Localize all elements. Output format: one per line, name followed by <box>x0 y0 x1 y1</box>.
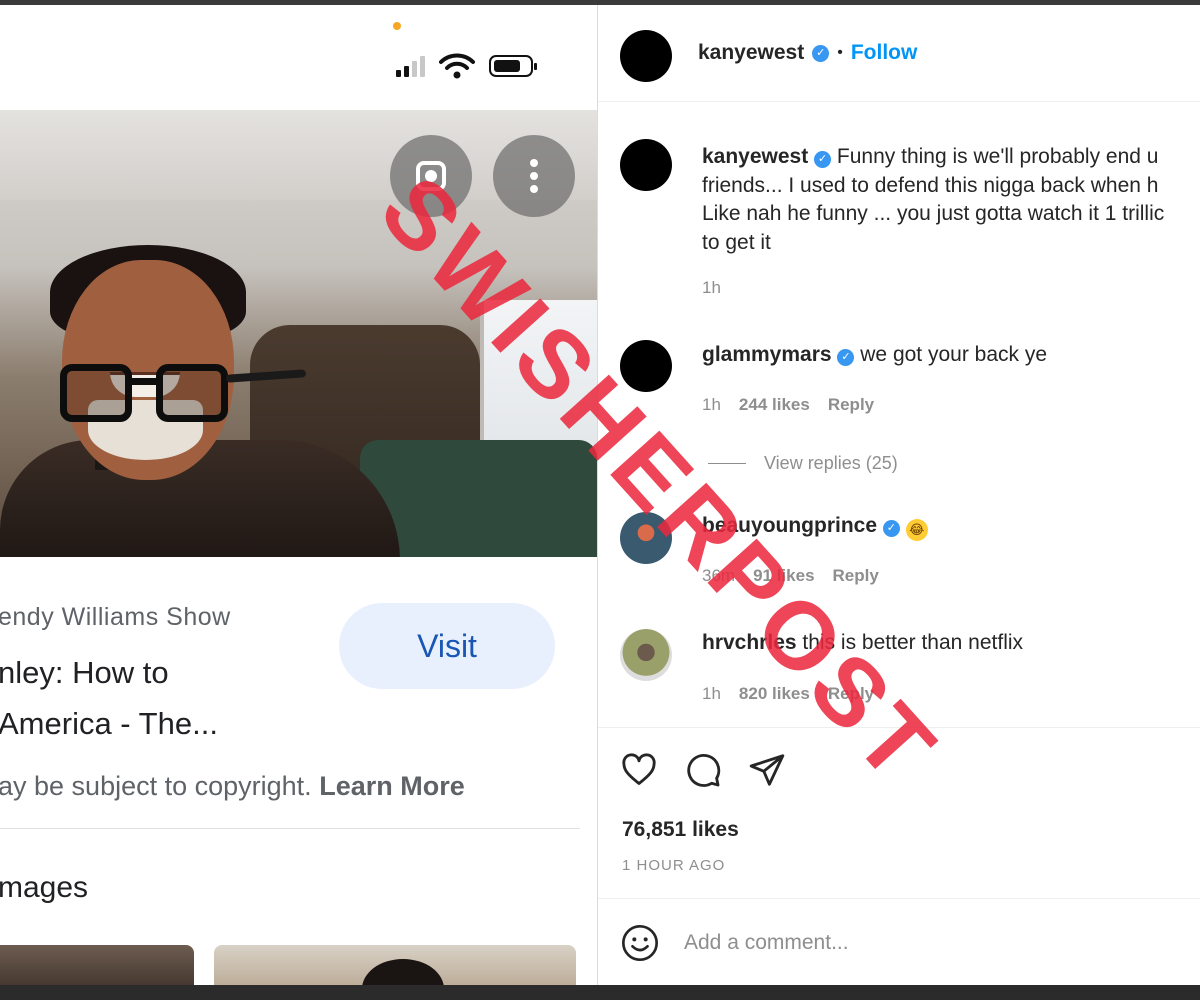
reply-button[interactable]: Reply <box>828 684 874 703</box>
bottom-edge <box>0 985 1200 1000</box>
caption-avatar[interactable] <box>620 139 672 191</box>
privacy-indicator-dot <box>393 22 401 30</box>
share-icon[interactable] <box>748 751 786 789</box>
more-options-button[interactable] <box>493 135 575 217</box>
comment-username[interactable]: hrvchrles <box>702 631 797 654</box>
result-title-line1[interactable]: nley: How to <box>0 655 169 691</box>
view-replies-label: View replies (25) <box>764 453 898 473</box>
comment: hrvchrles this is better than netflix <box>702 631 1023 655</box>
visit-button[interactable]: Visit <box>339 603 555 689</box>
reply-button[interactable]: Reply <box>828 395 874 414</box>
comment-likes[interactable]: 244 likes <box>739 395 810 414</box>
wifi-icon <box>439 53 475 79</box>
verified-icon: ✓ <box>837 349 855 366</box>
comment-likes[interactable]: 820 likes <box>739 684 810 703</box>
verified-icon: ✓ <box>882 520 900 537</box>
emoji-icon: 😂 <box>905 519 928 541</box>
separator-dot: • <box>837 44 843 61</box>
like-count[interactable]: 76,851 likes <box>622 818 739 842</box>
related-image-thumbnail[interactable] <box>0 945 194 985</box>
result-source: endy Williams Show <box>0 603 231 631</box>
signal-icon <box>396 55 425 77</box>
related-image-thumbnail[interactable] <box>214 945 576 985</box>
post-timestamp: 1 HOUR AGO <box>622 857 726 874</box>
lens-search-button[interactable] <box>390 135 472 217</box>
verified-icon: ✓ <box>814 151 832 168</box>
post-header: kanyewest ✓ • Follow <box>698 41 917 65</box>
comment: glammymars ✓ we got your back ye <box>702 343 1047 367</box>
author-avatar[interactable] <box>620 30 672 82</box>
status-bar <box>396 53 537 79</box>
comment-likes[interactable]: 91 likes <box>753 566 814 585</box>
follow-button[interactable]: Follow <box>851 41 918 65</box>
lens-icon <box>416 161 446 191</box>
reply-button[interactable]: Reply <box>833 566 879 585</box>
author-username[interactable]: kanyewest <box>698 41 804 65</box>
view-replies-button[interactable]: View replies (25) <box>708 453 898 474</box>
battery-icon <box>489 55 537 77</box>
replies-line <box>708 463 746 464</box>
comment-avatar[interactable] <box>620 340 672 392</box>
instagram-post-panel: kanyewest ✓ • Follow kanyewest ✓ Funny t… <box>598 5 1200 985</box>
comment-text: we got your back ye <box>860 343 1048 366</box>
comment-meta: 36m 91 likes Reply <box>702 566 879 586</box>
divider <box>598 727 1200 728</box>
post-caption: kanyewest ✓ Funny thing is we'll probabl… <box>702 143 1200 257</box>
phone-screenshot: endy Williams Show Visit nley: How to Am… <box>0 5 597 985</box>
caption-username[interactable]: kanyewest <box>702 145 808 168</box>
divider <box>0 828 580 829</box>
related-images-heading: mages <box>0 871 89 904</box>
comment-time: 1h <box>702 684 721 703</box>
comment-avatar[interactable] <box>620 512 672 564</box>
comment-avatar[interactable] <box>620 629 672 681</box>
comment-meta: 1h 244 likes Reply <box>702 395 874 415</box>
comment-time: 1h <box>702 395 721 414</box>
verified-icon: ✓ <box>812 44 830 62</box>
comment-icon[interactable] <box>684 751 722 789</box>
result-title-line2[interactable]: America - The... <box>0 706 218 742</box>
add-comment-row <box>620 923 1084 963</box>
divider <box>598 898 1200 899</box>
learn-more-link[interactable]: Learn More <box>319 771 465 801</box>
emoji-picker-icon[interactable] <box>620 923 660 963</box>
add-comment-input[interactable] <box>684 931 1084 955</box>
comment-meta: 1h 820 likes Reply <box>702 684 874 704</box>
divider <box>598 101 1200 102</box>
copyright-notice: ay be subject to copyright. Learn More <box>0 771 465 802</box>
comment-username[interactable]: beauyoungprince <box>702 514 877 537</box>
comment-username[interactable]: glammymars <box>702 343 832 366</box>
comment: beauyoungprince ✓ 😂 <box>702 514 928 541</box>
caption-time: 1h <box>702 278 721 297</box>
more-vert-icon <box>530 159 538 193</box>
heart-icon[interactable] <box>620 751 658 789</box>
copyright-text: ay be subject to copyright. <box>0 771 312 801</box>
post-actions <box>620 751 786 789</box>
comment-time: 36m <box>702 566 736 585</box>
comment-text: this is better than netflix <box>802 631 1024 654</box>
